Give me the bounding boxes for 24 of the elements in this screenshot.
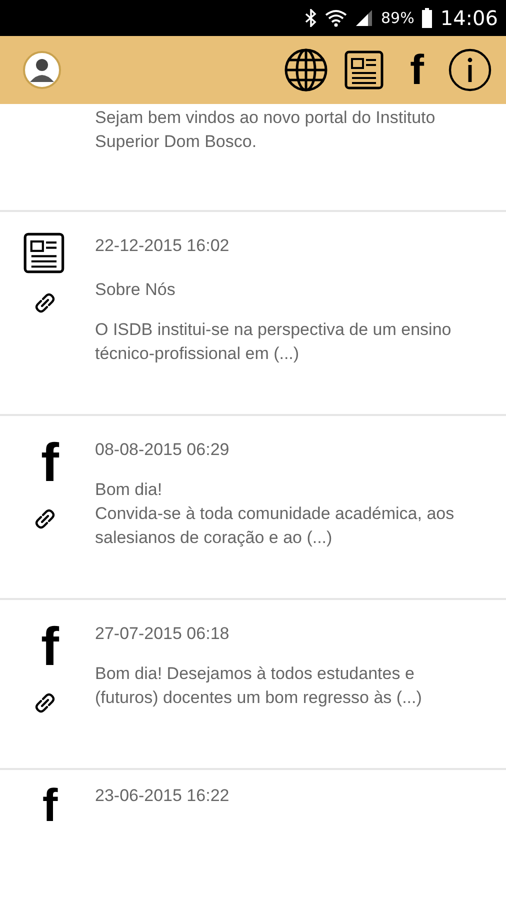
facebook-icon: f bbox=[38, 436, 62, 490]
post-date: 27-07-2015 06:18 bbox=[95, 623, 230, 645]
bluetooth-icon bbox=[305, 9, 318, 27]
post-title: Sobre Nós bbox=[95, 279, 176, 301]
wifi-icon bbox=[325, 9, 348, 27]
info-icon[interactable] bbox=[448, 48, 492, 92]
post-text: O ISDB institui-se na perspectiva de um ensino técnico-profissional em (...) bbox=[95, 319, 452, 365]
facebook-icon[interactable]: f bbox=[402, 49, 432, 91]
post-date: 23-06-2015 16:22 bbox=[95, 785, 230, 807]
post-text: Bom dia! Desejamos à todos estudantes e (futuros) docentes um bom regresso às (...) bbox=[95, 663, 423, 709]
post-date: 08-08-2015 06:29 bbox=[95, 439, 230, 461]
facebook-icon: f bbox=[38, 620, 62, 674]
post-date: 22-12-2015 16:02 bbox=[95, 235, 230, 257]
battery-icon bbox=[422, 8, 432, 28]
battery-percentage: 89% bbox=[381, 8, 414, 29]
clock-time: 14:06 bbox=[440, 5, 498, 32]
post-text: Sejam bem vindos ao novo portal do Instituto Superior Dom Bosco. bbox=[95, 107, 436, 153]
signal-icon bbox=[355, 9, 374, 27]
logo-avatar-icon[interactable] bbox=[22, 50, 62, 90]
facebook-icon: f bbox=[38, 782, 62, 828]
newspaper-icon[interactable] bbox=[344, 50, 386, 90]
post-text: Bom dia! Convida-se à toda comunidade académica, aos salesianos de coração e ao (...) bbox=[95, 479, 456, 549]
globe-icon[interactable] bbox=[284, 48, 328, 92]
newspaper-icon bbox=[23, 232, 67, 274]
